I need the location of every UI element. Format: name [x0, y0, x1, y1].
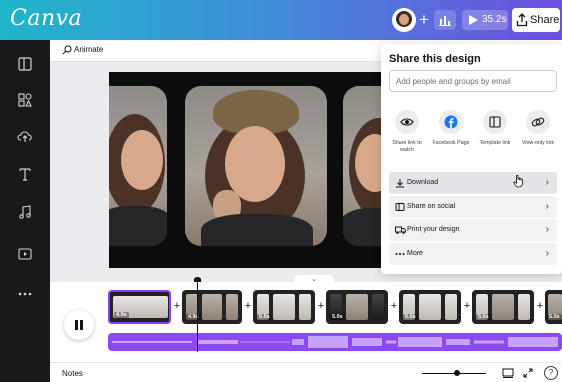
elements-icon[interactable]: [15, 90, 35, 110]
download-icon: [396, 179, 404, 188]
avatar[interactable]: [392, 8, 416, 32]
audio-track[interactable]: [108, 333, 562, 351]
clip-duration: 5.0s: [330, 314, 345, 320]
more-icon: [395, 252, 405, 255]
chevron-right-icon: ›: [545, 224, 549, 235]
animate-label: Animate: [74, 45, 104, 54]
timeline-clip[interactable]: 5.0s: [472, 290, 534, 324]
template-link-option[interactable]: Template link: [473, 110, 517, 147]
link-icon: [531, 117, 545, 127]
add-page-button[interactable]: +: [535, 300, 545, 312]
share-social-icon: [395, 202, 405, 211]
upload-icon: [516, 13, 528, 27]
animate-button[interactable]: Animate: [62, 45, 104, 55]
share-actions-list: Download › Share on social › Print your …: [389, 172, 557, 266]
clip-duration: 5.0s: [403, 314, 418, 320]
truck-icon: [395, 226, 406, 234]
play-icon: [469, 15, 478, 25]
share-button[interactable]: Share: [512, 8, 560, 32]
row-label: More: [407, 249, 423, 257]
option-label: View-only link: [521, 140, 555, 146]
download-row[interactable]: Download ›: [389, 172, 557, 194]
share-link-watch-option[interactable]: Share link to watch: [385, 110, 429, 153]
design-page[interactable]: [109, 72, 399, 268]
row-label: Print your design: [407, 226, 460, 233]
help-button[interactable]: ?: [544, 366, 558, 380]
clip-duration: 5.0s: [547, 314, 562, 320]
insights-button[interactable]: [434, 10, 456, 30]
hand-cursor-icon: [513, 174, 523, 188]
timeline-clip[interactable]: 5.0s: [545, 290, 562, 324]
add-page-button[interactable]: +: [172, 300, 182, 312]
canva-logo[interactable]: Canva: [10, 6, 82, 31]
pause-icon: [75, 320, 78, 330]
share-on-social-row[interactable]: Share on social ›: [389, 195, 557, 218]
bar-chart-icon: [439, 16, 451, 26]
row-label: Share on social: [407, 202, 456, 210]
clip-duration: 5.0s: [257, 314, 272, 320]
add-page-button[interactable]: +: [389, 300, 399, 312]
film-frame-left: [109, 86, 167, 246]
timeline-clip[interactable]: 5.0s: [253, 290, 315, 324]
panel-title: Share this design: [389, 53, 481, 65]
film-frame-center: [185, 86, 327, 246]
timeline-clip[interactable]: 4.9s: [182, 290, 242, 324]
email-input[interactable]: Add people and groups by email: [389, 70, 557, 92]
pause-button[interactable]: [64, 310, 94, 340]
eye-icon: [400, 118, 414, 126]
option-label: Share link to watch: [392, 140, 422, 153]
top-bar: Canva + 35.2s Share: [0, 0, 562, 40]
add-collaborator-button[interactable]: +: [414, 8, 434, 32]
facebook-icon: [444, 115, 458, 129]
clip-duration: 4.9s: [186, 314, 201, 320]
audio-waveform: [112, 336, 558, 348]
chevron-right-icon: ›: [545, 200, 549, 212]
music-icon[interactable]: [15, 202, 35, 222]
text-icon[interactable]: [15, 164, 35, 184]
chevron-right-icon: ›: [545, 247, 549, 259]
clip-duration: 4.9s: [114, 312, 129, 318]
add-page-button[interactable]: +: [316, 300, 326, 312]
add-page-button[interactable]: +: [462, 300, 472, 312]
left-sidebar: [0, 40, 50, 382]
footer-bar: Notes ?: [50, 362, 562, 382]
chevron-right-icon: ›: [545, 177, 549, 188]
row-label: Download: [407, 179, 439, 186]
timeline: 4.9s + 4.9s + 5.0s + 5.0s + 5.0s + 5.0s …: [50, 277, 562, 362]
layout-icon[interactable]: [15, 54, 35, 74]
notes-button[interactable]: Notes: [62, 369, 83, 378]
share-label: Share: [530, 14, 560, 26]
option-label: Facebook Page: [432, 140, 470, 146]
share-panel: Share this design Add people and groups …: [381, 44, 562, 274]
view-only-link-option[interactable]: View-only link: [516, 110, 560, 147]
more-row[interactable]: More ›: [389, 242, 557, 265]
cloud-upload-icon[interactable]: [15, 126, 35, 146]
template-icon: [489, 116, 501, 128]
clip-duration: 5.0s: [476, 314, 491, 320]
video-icon[interactable]: [15, 244, 35, 264]
present-play-button[interactable]: 35.2s: [462, 10, 508, 30]
more-apps-icon[interactable]: [15, 284, 35, 304]
timeline-clip[interactable]: 4.9s: [108, 290, 171, 324]
print-design-row[interactable]: Print your design ›: [389, 219, 557, 241]
timeline-clip[interactable]: 5.0s: [399, 290, 461, 324]
timeline-clip[interactable]: 5.0s: [326, 290, 388, 324]
facebook-page-option[interactable]: Facebook Page: [429, 110, 473, 147]
animate-icon: [62, 45, 72, 55]
grid-view-icon[interactable]: [502, 367, 514, 379]
playhead[interactable]: [197, 278, 198, 352]
fullscreen-icon[interactable]: [522, 367, 534, 379]
add-page-button[interactable]: +: [243, 300, 253, 312]
option-label: Template link: [479, 140, 511, 146]
zoom-slider-handle[interactable]: [454, 370, 460, 376]
play-duration: 35.2s: [482, 14, 507, 25]
